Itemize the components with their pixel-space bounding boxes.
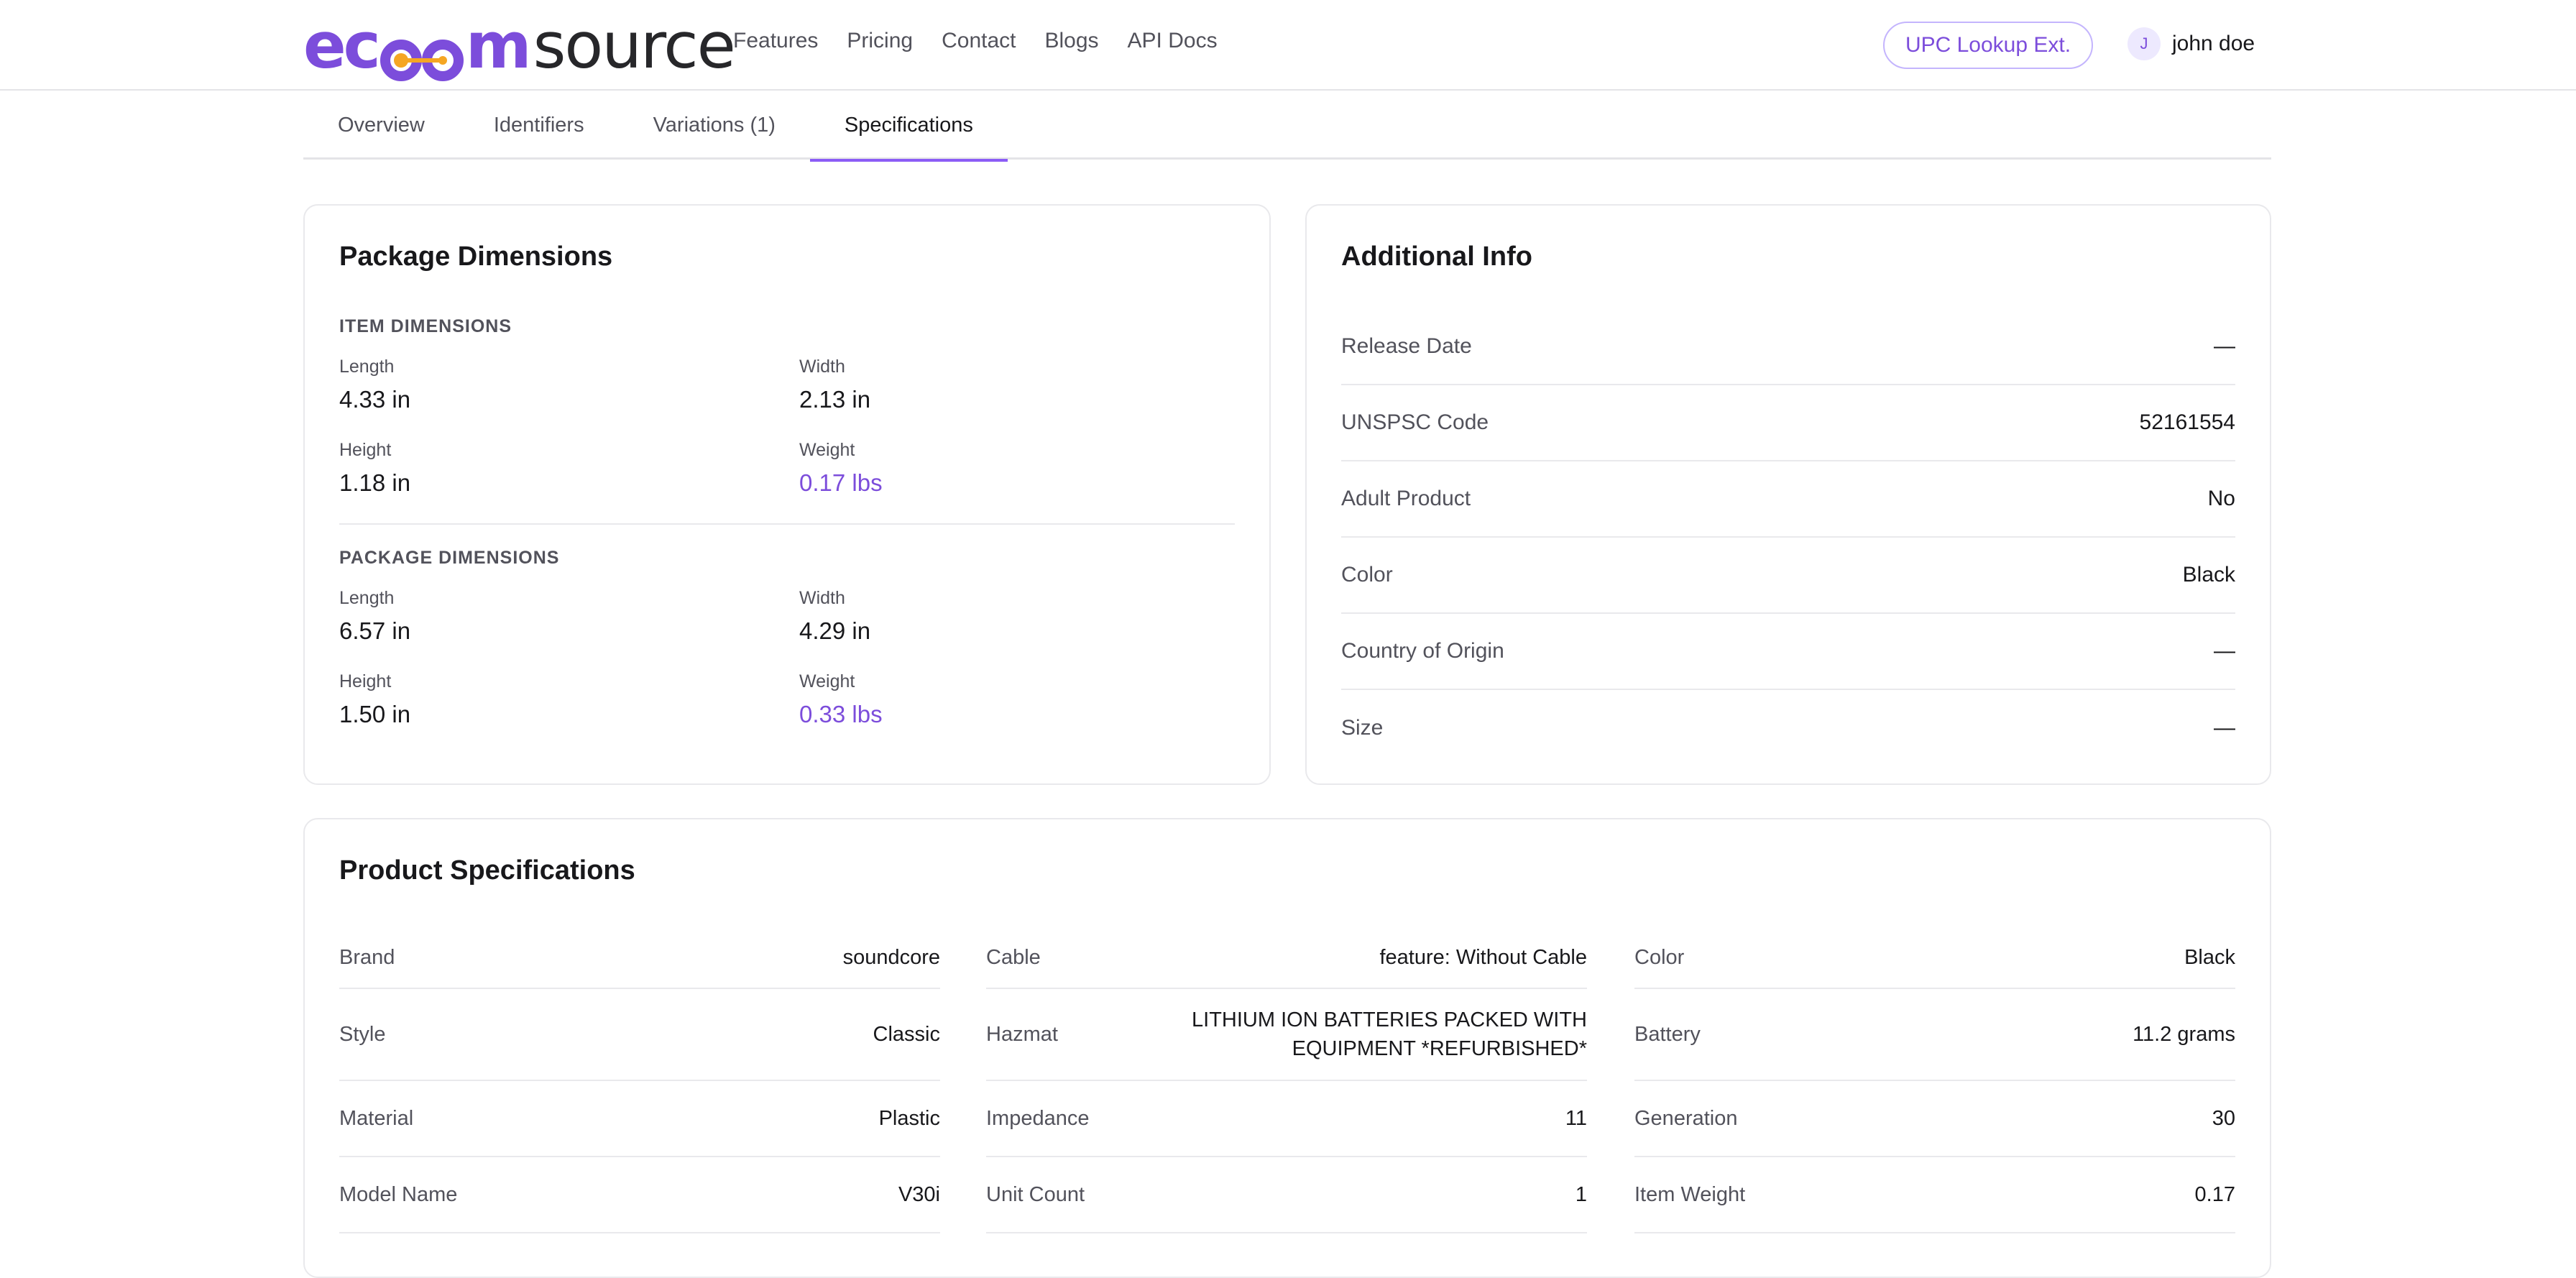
nav-features[interactable]: Features bbox=[733, 29, 818, 53]
item-dimensions-label: ITEM DIMENSIONS bbox=[339, 316, 512, 336]
info-row-unspsc-code: UNSPSC Code 52161554 bbox=[1341, 385, 2235, 461]
card-title: Additional Info bbox=[1341, 242, 1532, 272]
spec-color: Color Black bbox=[1634, 927, 2235, 989]
avatar: J bbox=[2128, 27, 2161, 60]
additional-info-card: Additional Info Release Date — UNSPSC Co… bbox=[1305, 204, 2271, 785]
package-dimensions-card: Package Dimensions ITEM DIMENSIONS Lengt… bbox=[303, 204, 1271, 785]
info-row-size: Size — bbox=[1341, 716, 2235, 740]
package-dimensions-label: PACKAGE DIMENSIONS bbox=[339, 548, 560, 568]
spec-item-weight: Item Weight 0.17 bbox=[1634, 1157, 2235, 1233]
tab-overview[interactable]: Overview bbox=[303, 91, 459, 160]
spec-unit-count: Unit Count 1 bbox=[986, 1157, 1587, 1233]
spec-impedance: Impedance 11 bbox=[986, 1081, 1587, 1157]
product-specifications-card: Product Specifications Brand soundcore C… bbox=[303, 818, 2271, 1278]
logo-link-icon bbox=[380, 29, 464, 81]
item-width: Width 2.13 in bbox=[799, 357, 871, 413]
item-weight: Weight 0.17 lbs bbox=[799, 440, 883, 496]
package-length: Length 6.57 in bbox=[339, 588, 411, 644]
logo-text-ecom: ec m bbox=[303, 9, 532, 83]
nav-pricing[interactable]: Pricing bbox=[847, 29, 913, 53]
spec-model-name: Model Name V30i bbox=[339, 1157, 940, 1233]
info-row-release-date: Release Date — bbox=[1341, 309, 2235, 385]
spec-material: Material Plastic bbox=[339, 1081, 940, 1157]
spec-brand: Brand soundcore bbox=[339, 927, 940, 989]
card-title: Product Specifications bbox=[339, 855, 635, 886]
item-length: Length 4.33 in bbox=[339, 357, 411, 413]
product-tabs: Overview Identifiers Variations (1) Spec… bbox=[303, 91, 2271, 162]
tab-specifications[interactable]: Specifications bbox=[809, 91, 1008, 162]
user-name: john doe bbox=[2172, 32, 2255, 55]
tab-variations[interactable]: Variations (1) bbox=[619, 91, 810, 160]
user-menu[interactable]: J john doe bbox=[2128, 27, 2255, 60]
nav-blogs[interactable]: Blogs bbox=[1044, 29, 1098, 53]
main-nav: Features Pricing Contact Blogs API Docs bbox=[733, 29, 1218, 53]
nav-api-docs[interactable]: API Docs bbox=[1128, 29, 1218, 53]
divider bbox=[339, 523, 1235, 525]
spec-battery: Battery 11.2 grams bbox=[1634, 989, 2235, 1081]
spec-hazmat: Hazmat LITHIUM ION BATTERIES PACKED WITH… bbox=[986, 989, 1587, 1081]
top-header: ec m source Features Pricing Contact Blo… bbox=[0, 0, 2576, 91]
info-row-color: Color Black bbox=[1341, 538, 2235, 614]
spec-generation: Generation 30 bbox=[1634, 1081, 2235, 1157]
info-row-adult-product: Adult Product No bbox=[1341, 461, 2235, 538]
package-weight: Weight 0.33 lbs bbox=[799, 671, 883, 727]
item-height: Height 1.18 in bbox=[339, 440, 411, 496]
logo-text-source: source bbox=[533, 9, 736, 83]
package-width: Width 4.29 in bbox=[799, 588, 871, 644]
tab-identifiers[interactable]: Identifiers bbox=[459, 91, 619, 160]
ecomsource-logo[interactable]: ec m source bbox=[303, 9, 736, 83]
spec-cable: Cable feature: Without Cable bbox=[986, 927, 1587, 989]
nav-contact[interactable]: Contact bbox=[942, 29, 1016, 53]
package-height: Height 1.50 in bbox=[339, 671, 411, 727]
spec-style: Style Classic bbox=[339, 989, 940, 1081]
card-title: Package Dimensions bbox=[339, 242, 613, 272]
upc-lookup-ext-button[interactable]: UPC Lookup Ext. bbox=[1883, 22, 2093, 69]
info-row-country-of-origin: Country of Origin — bbox=[1341, 614, 2235, 690]
